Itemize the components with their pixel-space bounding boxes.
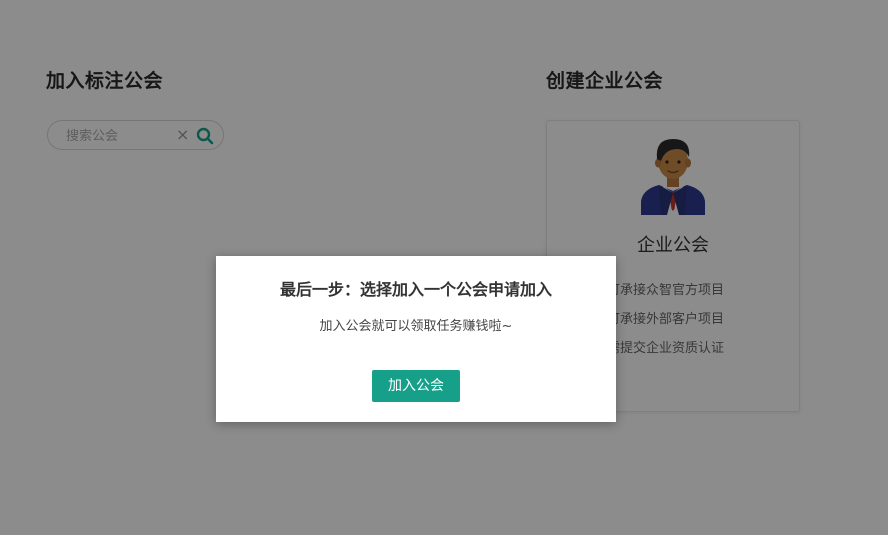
join-guild-button[interactable]: 加入公会: [372, 370, 460, 402]
join-guild-modal: 最后一步：选择加入一个公会申请加入 加入公会就可以领取任务赚钱啦~ 加入公会: [216, 256, 616, 422]
modal-message: 加入公会就可以领取任务赚钱啦~: [319, 319, 513, 334]
modal-title: 最后一步：选择加入一个公会申请加入: [279, 280, 552, 299]
